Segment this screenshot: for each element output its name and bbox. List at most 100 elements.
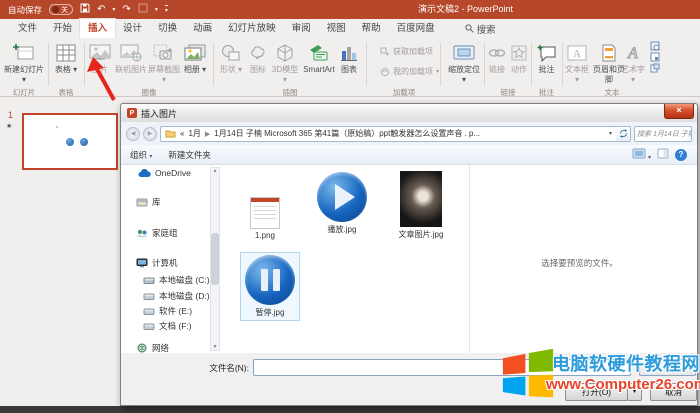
svg-text:A: A bbox=[573, 48, 581, 60]
new-slide-button[interactable]: 新建幻灯片 ▾ bbox=[2, 41, 46, 84]
group-label-text: 文本 bbox=[566, 87, 658, 98]
shapes-icon bbox=[217, 41, 245, 64]
tab-review[interactable]: 审阅 bbox=[284, 19, 319, 38]
table-icon bbox=[51, 41, 81, 64]
save-icon[interactable] bbox=[80, 3, 90, 16]
breadcrumb-dropdown-icon[interactable]: ▾ bbox=[609, 130, 612, 137]
picture-button[interactable]: 图片 bbox=[87, 41, 113, 75]
slide-number-icon[interactable] bbox=[648, 52, 662, 63]
file-thumbnail-1png bbox=[250, 197, 280, 229]
screenshot-icon bbox=[147, 41, 181, 64]
chart-label: 图表 bbox=[336, 65, 362, 75]
close-icon[interactable]: × bbox=[664, 104, 694, 119]
undo-dropdown-icon[interactable]: ▾ bbox=[112, 6, 115, 13]
views-button[interactable]: ▾ bbox=[632, 148, 651, 161]
scrollbar-thumb[interactable] bbox=[211, 233, 219, 285]
scroll-up-icon[interactable]: ▲ bbox=[213, 168, 218, 174]
autosave-toggle[interactable]: 关 bbox=[49, 4, 73, 15]
nav-item-computer[interactable]: 计算机 bbox=[136, 257, 178, 269]
shapes-button[interactable]: 形状 ▾ bbox=[217, 41, 245, 75]
comment-button[interactable]: 批注 bbox=[533, 41, 560, 75]
filename-dropdown-icon[interactable]: ▾ bbox=[617, 361, 620, 368]
tab-file[interactable]: 文件 bbox=[10, 19, 45, 38]
tab-insert[interactable]: 插入 bbox=[80, 19, 115, 38]
my-addins-button[interactable]: 我的加载项 ▾ bbox=[380, 66, 454, 77]
cancel-button[interactable]: 取消 bbox=[650, 383, 697, 401]
nav-item-drive-d[interactable]: 本地磁盘 (D:) bbox=[143, 290, 210, 302]
tab-home[interactable]: 开始 bbox=[45, 19, 80, 38]
customize-qat-icon[interactable]: ▾ bbox=[165, 5, 168, 14]
file-item-1png[interactable]: 1.png bbox=[243, 197, 287, 240]
breadcrumb[interactable]: « 1月 ▶ 1月14日 子楠 Microsoft 365 第41篇（原始稿）p… bbox=[160, 126, 617, 142]
smartart-label: SmartArt bbox=[299, 65, 339, 75]
screenshot-button[interactable]: 屏幕截图 ▾ bbox=[147, 41, 181, 84]
nav-item-drive-f[interactable]: 文档 (F:) bbox=[143, 320, 192, 332]
forward-icon[interactable]: ▶ bbox=[143, 127, 157, 141]
organize-button[interactable]: 组织 ▾ bbox=[130, 149, 152, 161]
nav-item-onedrive[interactable]: OneDrive bbox=[138, 168, 191, 178]
breadcrumb-overflow[interactable]: « bbox=[180, 129, 184, 138]
tab-animations[interactable]: 动画 bbox=[185, 19, 220, 38]
tab-design[interactable]: 设计 bbox=[115, 19, 150, 38]
breadcrumb-segment-folder[interactable]: 1月14日 子楠 Microsoft 365 第41篇（原始稿）ppt触发器怎么… bbox=[214, 128, 480, 139]
chart-button[interactable]: 图表 bbox=[336, 41, 362, 75]
nav-item-homegroup[interactable]: 家庭组 bbox=[136, 227, 178, 239]
preview-pane-icon[interactable] bbox=[657, 148, 669, 161]
search-input[interactable]: 搜索 1月14日 子楠 Microsof... bbox=[634, 126, 692, 142]
help-icon[interactable]: ? bbox=[675, 149, 687, 161]
refresh-icon[interactable] bbox=[616, 126, 631, 142]
dialog-body: OneDrive 库 家庭组 计算机 本地磁盘 (C:) 本地磁盘 (D:) bbox=[121, 165, 697, 353]
filename-input[interactable] bbox=[253, 359, 631, 376]
wordart-label: 艺术字 ▾ bbox=[620, 65, 646, 84]
file-item-pause[interactable]: 暂停.jpg bbox=[241, 253, 299, 320]
titlebar: 自动保存 关 ↶ ▾ ↷ ▾ ▾ 演示文稿2 - PowerPoint bbox=[0, 0, 700, 19]
nav-item-libraries[interactable]: 库 bbox=[136, 196, 161, 208]
nav-item-drive-c[interactable]: 本地磁盘 (C:) bbox=[143, 274, 210, 286]
tab-help[interactable]: 帮助 bbox=[354, 19, 389, 38]
action-button[interactable]: 动作 bbox=[508, 41, 530, 75]
preview-hint: 选择要预览的文件。 bbox=[477, 257, 682, 269]
dialog-title: 插入图片 bbox=[141, 107, 177, 120]
breadcrumb-segment-month[interactable]: 1月 bbox=[188, 128, 200, 139]
tab-baidu-netdisk[interactable]: 百度网盘 bbox=[389, 19, 443, 38]
nav-scrollbar[interactable]: ▲ ▼ bbox=[210, 167, 220, 351]
online-picture-button[interactable]: 联机图片 bbox=[113, 41, 149, 75]
back-icon[interactable]: ◀ bbox=[126, 127, 140, 141]
scroll-down-icon[interactable]: ▼ bbox=[213, 344, 218, 350]
nav-item-network[interactable]: 网络 bbox=[136, 342, 169, 353]
date-time-icon[interactable] bbox=[648, 41, 662, 52]
link-button[interactable]: 链接 bbox=[486, 41, 508, 75]
thumb-pause-icon bbox=[80, 138, 88, 146]
open-button[interactable]: 打开(O) bbox=[565, 383, 628, 401]
get-addins-icon bbox=[380, 47, 390, 57]
tab-transitions[interactable]: 切换 bbox=[150, 19, 185, 38]
object-icon[interactable] bbox=[648, 63, 662, 74]
tab-view[interactable]: 视图 bbox=[319, 19, 354, 38]
filetype-combobox[interactable] bbox=[639, 359, 696, 376]
zoom-nav-button[interactable]: 缩放定位 ▾ bbox=[446, 41, 482, 84]
3d-model-button[interactable]: 3D模型 ▾ bbox=[270, 41, 300, 84]
textbox-button[interactable]: A 文本框 ▾ bbox=[564, 41, 590, 84]
dialog-titlebar[interactable]: P 插入图片 bbox=[121, 104, 697, 122]
album-button[interactable]: 相册 ▾ bbox=[181, 41, 209, 75]
nav-item-drive-e[interactable]: 软件 (E:) bbox=[143, 305, 192, 317]
slide-thumbnail[interactable] bbox=[22, 113, 118, 170]
wordart-icon: A bbox=[620, 41, 646, 64]
table-button[interactable]: 表格 ▾ bbox=[51, 41, 81, 75]
file-item-article[interactable]: 文章图片.jpg bbox=[393, 171, 449, 240]
icons-button[interactable]: 图标 bbox=[246, 41, 270, 75]
get-addins-button[interactable]: 获取加载项 bbox=[380, 46, 454, 57]
tab-slideshow[interactable]: 幻灯片放映 bbox=[220, 19, 284, 38]
qat-extra-dropdown-icon: ▾ bbox=[155, 6, 158, 13]
quick-access-toolbar: 自动保存 关 ↶ ▾ ↷ ▾ ▾ bbox=[8, 3, 168, 16]
open-split-dropdown-icon[interactable]: ▾ bbox=[627, 383, 642, 401]
undo-icon[interactable]: ↶ bbox=[97, 5, 105, 15]
smartart-button[interactable]: SmartArt bbox=[299, 41, 339, 75]
redo-icon[interactable]: ↷ bbox=[122, 5, 130, 15]
new-folder-button[interactable]: 新建文件夹 bbox=[168, 149, 211, 161]
file-item-play[interactable]: 播放.jpg bbox=[311, 172, 373, 235]
ribbon-search[interactable]: 搜索 bbox=[465, 19, 496, 38]
zoom-nav-label: 缩放定位 ▾ bbox=[446, 65, 482, 84]
wordart-button[interactable]: A 艺术字 ▾ bbox=[620, 41, 646, 84]
group-separator bbox=[562, 43, 563, 86]
